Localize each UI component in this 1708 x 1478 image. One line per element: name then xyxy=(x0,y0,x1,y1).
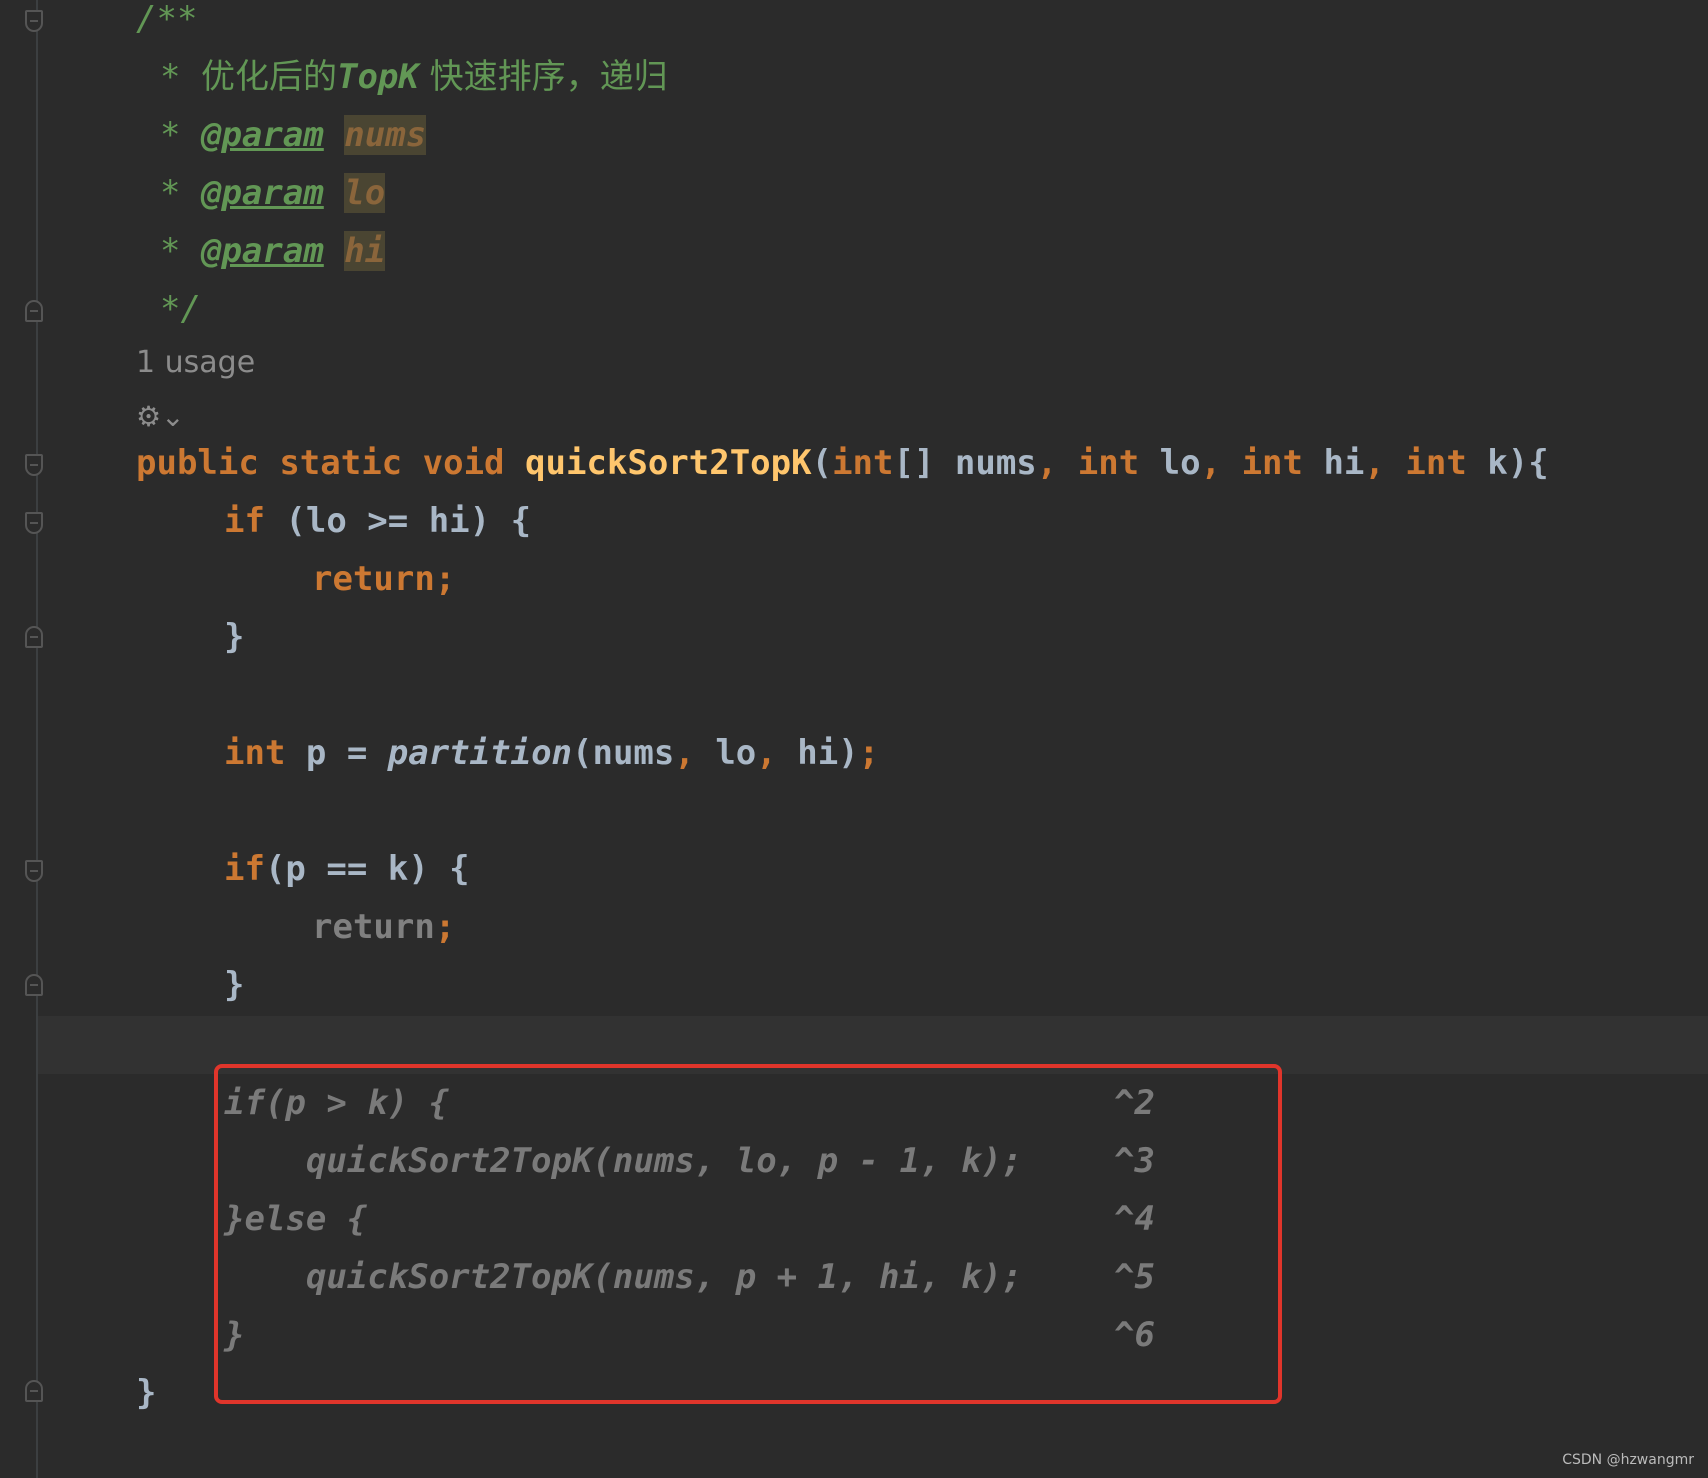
fold-close-icon[interactable] xyxy=(25,1380,43,1402)
suggestion-highlight-box xyxy=(214,1064,1282,1404)
method-signature[interactable]: public static void quickSort2TopK(int[] … xyxy=(136,434,1549,492)
editor-gutter xyxy=(0,0,38,1478)
doc-comment-description: * 优化后的TopK 快速排序，递归 xyxy=(160,57,668,97)
code-line-return-dim[interactable]: return; xyxy=(312,898,455,956)
fold-close-icon[interactable] xyxy=(25,626,43,648)
code-line-partition[interactable]: int p = partition(nums, lo, hi); xyxy=(224,724,879,782)
doc-param-nums: * @param nums xyxy=(160,115,427,155)
doc-comment-open: /** xyxy=(136,0,198,39)
code-line-brace[interactable]: } xyxy=(224,956,244,1014)
fold-close-icon[interactable] xyxy=(25,300,43,322)
doc-param-hi: * @param hi xyxy=(160,231,386,271)
fold-open-icon[interactable] xyxy=(25,454,43,476)
watermark: CSDN @hzwangmr xyxy=(1562,1452,1694,1468)
code-line-return[interactable]: return; xyxy=(312,550,455,608)
fold-close-icon[interactable] xyxy=(25,974,43,996)
doc-param-lo: * @param lo xyxy=(160,173,386,213)
code-line-if-lo-hi[interactable]: if (lo >= hi) { xyxy=(224,492,531,550)
method-name: quickSort2TopK xyxy=(525,443,812,483)
ai-assistant-icon[interactable]: ⚙︎⌄ xyxy=(136,400,196,436)
fold-open-icon[interactable] xyxy=(25,860,43,882)
code-line-brace[interactable]: } xyxy=(224,608,244,666)
code-line-closing-brace[interactable]: } xyxy=(136,1364,156,1422)
fold-open-icon[interactable] xyxy=(25,10,43,32)
usage-hint[interactable]: 1 usage xyxy=(136,345,255,380)
fold-open-icon[interactable] xyxy=(25,512,43,534)
doc-comment-close: */ xyxy=(160,289,201,329)
code-line-if-p-eq-k[interactable]: if(p == k) { xyxy=(224,840,470,898)
